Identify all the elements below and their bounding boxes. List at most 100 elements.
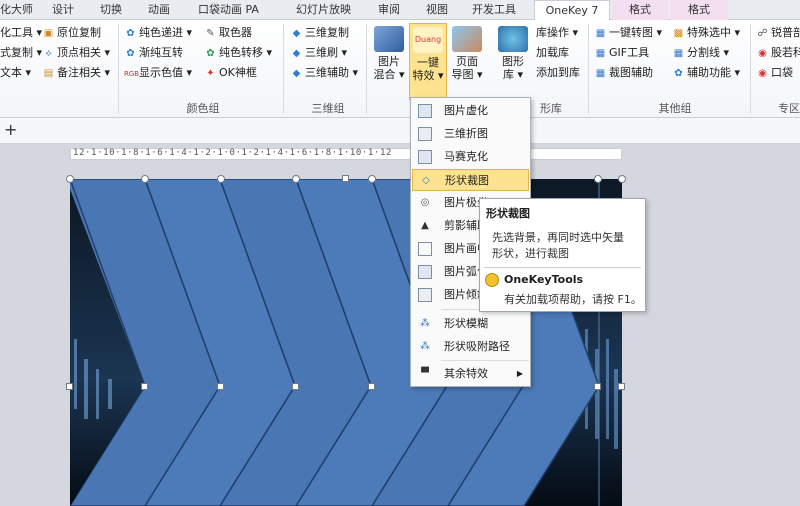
- special-select-button[interactable]: ▩ 特殊选中 ▾: [672, 24, 740, 42]
- pocket-button[interactable]: ◉ 口袋: [756, 64, 793, 82]
- tab-format-2[interactable]: 格式: [670, 0, 728, 20]
- selection-handle[interactable]: [368, 383, 375, 390]
- ruipu-label: 锐普部: [771, 26, 800, 39]
- silhouette-icon: ▲: [421, 220, 429, 231]
- crop-icon: ▦: [595, 68, 606, 79]
- pocket-icon: ◉: [758, 68, 767, 79]
- tab-design[interactable]: 设计: [52, 0, 74, 20]
- palette-icon: ✿: [126, 28, 135, 39]
- tooltip-desc-1: 先选背景，再同时选中矢量: [492, 231, 624, 244]
- cube-icon: ◆: [292, 28, 301, 39]
- page-map-button[interactable]: 页面 导图 ▾: [448, 26, 486, 81]
- cube-assist-icon: ◆: [292, 68, 301, 79]
- solid-gradient-button[interactable]: ✿ 纯色递进 ▾: [124, 24, 192, 42]
- menu-item-more-effects[interactable]: ▀ 其余特效 ▶: [412, 363, 529, 385]
- tooltip: 形状裁图 先选背景，再同时选中矢量 形状，进行裁图 OneKeyTools 有关…: [479, 198, 646, 312]
- tab-format-1[interactable]: 格式: [612, 0, 668, 20]
- selection-handle[interactable]: [141, 383, 148, 390]
- tool-button-1[interactable]: 化工具 ▾: [0, 24, 42, 42]
- tab-animation[interactable]: 动画: [148, 0, 170, 20]
- menu-item-shape-blur[interactable]: ⁂ 形状模糊: [412, 313, 529, 335]
- image-icon: [418, 104, 432, 118]
- one-key-to-image-button[interactable]: ▦ 一键转图 ▾: [594, 24, 662, 42]
- one-key-effects-button[interactable]: Duang 一键 特效 ▾: [409, 23, 447, 100]
- swap-icon: ✿: [126, 48, 135, 59]
- stock-button[interactable]: ◉ 股若科: [756, 44, 800, 62]
- selection-handle[interactable]: [292, 383, 299, 390]
- tab-developer[interactable]: 开发工具: [472, 0, 516, 20]
- mosaic-icon: [418, 150, 432, 164]
- transfer-icon: ✿: [206, 48, 215, 59]
- one-key-to-image-label: 一键转图: [609, 26, 653, 39]
- selection-handle[interactable]: [66, 383, 73, 390]
- divider-line-button[interactable]: ▦ 分割线 ▾: [672, 44, 729, 62]
- shape-library-button[interactable]: 图形 库 ▾: [494, 26, 532, 81]
- text-label: 文本: [0, 66, 22, 79]
- copy-icon: ▣: [43, 28, 54, 39]
- eyedropper-button[interactable]: ✎ 取色器: [204, 24, 252, 42]
- in-place-copy-button[interactable]: ▣ 原位复制: [42, 24, 101, 42]
- path-icon: ⁂: [420, 341, 430, 352]
- tilt-icon: [418, 288, 432, 302]
- selection-handle[interactable]: [217, 383, 224, 390]
- page-map-label-2: 导图: [451, 68, 474, 81]
- menu-item-3d-fold[interactable]: 三维折图: [412, 123, 529, 145]
- tab-huadashi[interactable]: 化大师: [0, 0, 33, 20]
- load-library-button[interactable]: 加载库: [536, 44, 569, 62]
- selection-handle[interactable]: [368, 175, 376, 183]
- gif-icon: ▦: [595, 48, 606, 59]
- group-label-zone: 专区: [778, 102, 800, 115]
- selection-handle[interactable]: [342, 175, 349, 182]
- show-color-button[interactable]: RGB显示色值 ▾: [124, 64, 192, 82]
- menu-item-mosaic[interactable]: 马赛克化: [412, 146, 529, 168]
- vertex-label: 顶点相关: [57, 46, 101, 59]
- notes-icon: ▤: [43, 68, 54, 79]
- selection-handle[interactable]: [618, 175, 626, 183]
- selection-handle[interactable]: [217, 175, 225, 183]
- style-copy-button[interactable]: 式复制 ▾: [0, 44, 42, 62]
- one-key-label-1: 一键: [417, 56, 439, 69]
- special-select-label: 特殊选中: [687, 26, 731, 39]
- selection-handle[interactable]: [292, 175, 300, 183]
- selection-handle[interactable]: [594, 175, 602, 183]
- tooltip-brand: OneKeyTools: [504, 273, 584, 286]
- ruipu-button[interactable]: ☍ 锐普部: [756, 24, 800, 42]
- tab-pocket-animation[interactable]: 口袋动画 PA: [198, 0, 259, 20]
- divider: [366, 24, 367, 114]
- selection-handle[interactable]: [66, 175, 74, 183]
- notes-button[interactable]: ▤ 备注相关 ▾: [42, 64, 110, 82]
- shape-crop-icon: ◇: [422, 175, 430, 186]
- ok-frame-button[interactable]: ✦ OK神框: [204, 64, 257, 82]
- text-button[interactable]: 文本 ▾: [0, 64, 31, 82]
- tab-slideshow[interactable]: 幻灯片放映: [296, 0, 351, 20]
- gradient-swap-button[interactable]: ✿ 渐纯互转: [124, 44, 183, 62]
- add-icon[interactable]: +: [4, 120, 17, 139]
- menu-item-image-blur[interactable]: 图片虚化: [412, 100, 529, 122]
- 3d-assist-label: 三维辅助: [305, 66, 349, 79]
- 3d-copy-button[interactable]: ◆ 三维复制: [290, 24, 349, 42]
- selection-handle[interactable]: [618, 383, 625, 390]
- vertex-button[interactable]: ⟡ 顶点相关 ▾: [42, 44, 110, 62]
- menu-item-shape-path[interactable]: ⁂ 形状吸附路径: [412, 336, 529, 358]
- assist-icon: ✿: [674, 68, 683, 79]
- selection-handle[interactable]: [141, 175, 149, 183]
- color-transfer-button[interactable]: ✿ 纯色转移 ▾: [204, 44, 272, 62]
- 3d-assist-button[interactable]: ◆ 三维辅助 ▾: [290, 64, 358, 82]
- library-ops-button[interactable]: 库操作 ▾: [536, 24, 578, 42]
- tab-transition[interactable]: 切换: [100, 0, 122, 20]
- tab-review[interactable]: 审阅: [378, 0, 400, 20]
- crop-assist-button[interactable]: ▦ 裁图辅助: [594, 64, 653, 82]
- add-to-library-button[interactable]: 添加到库: [536, 64, 580, 82]
- selection-handle[interactable]: [594, 383, 601, 390]
- tab-view[interactable]: 视图: [426, 0, 448, 20]
- show-color-label: 显示色值: [139, 66, 183, 79]
- solid-gradient-label: 纯色递进: [139, 26, 183, 39]
- assist-function-button[interactable]: ✿ 辅助功能 ▾: [672, 64, 740, 82]
- vertex-icon: ⟡: [45, 48, 52, 59]
- ok-frame-label: OK神框: [219, 66, 257, 79]
- 3d-brush-button[interactable]: ◆ 三维刷 ▾: [290, 44, 347, 62]
- menu-item-shape-crop[interactable]: ◇ 形状裁图: [412, 169, 529, 191]
- gif-tool-button[interactable]: ▦ GIF工具: [594, 44, 649, 62]
- tab-onekey[interactable]: OneKey 7: [534, 0, 610, 21]
- image-blend-button[interactable]: 图片 混合 ▾: [370, 26, 408, 81]
